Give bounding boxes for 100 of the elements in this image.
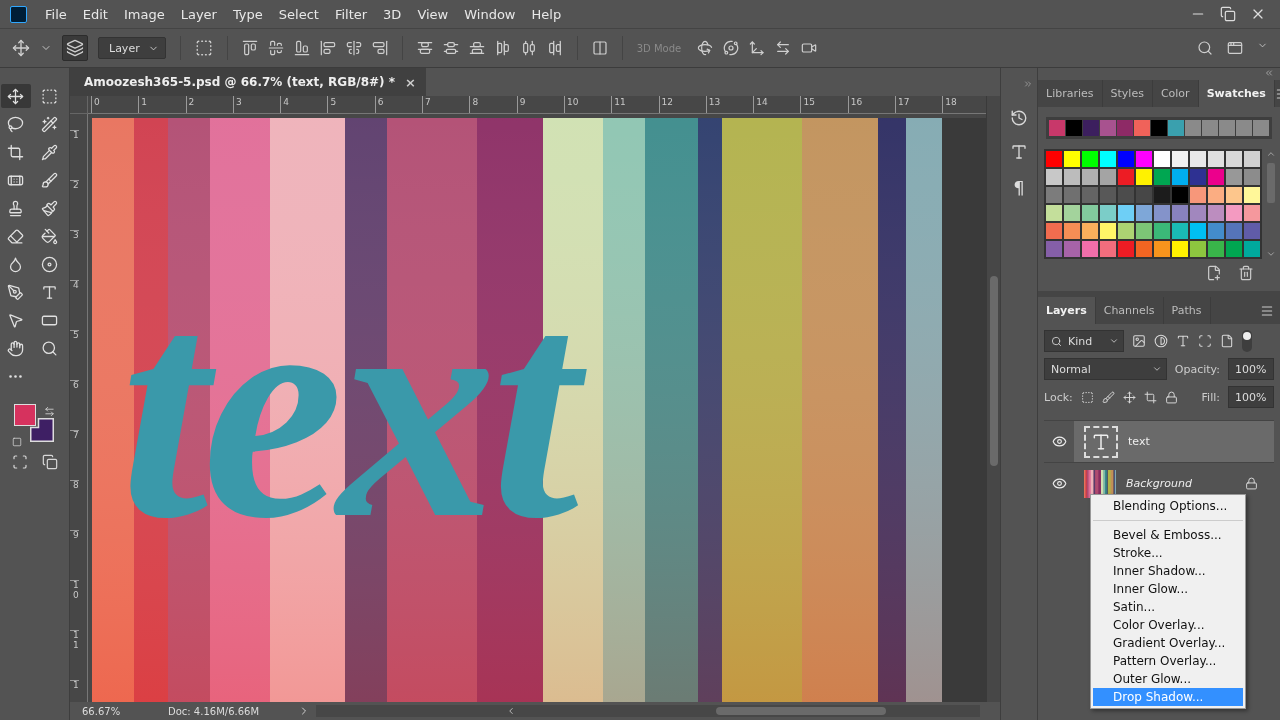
color-swatch[interactable] [1046, 151, 1062, 167]
color-swatch[interactable] [1244, 151, 1260, 167]
pen-icon[interactable] [7, 283, 24, 301]
brush-icon[interactable] [41, 171, 58, 189]
background-color-swatch[interactable] [29, 418, 54, 442]
distribute-left-icon[interactable] [494, 40, 511, 56]
align-top-icon[interactable] [241, 40, 258, 56]
filter-select[interactable]: Kind [1044, 330, 1124, 352]
menu-item[interactable]: View [409, 6, 457, 22]
droplet-icon[interactable] [7, 255, 24, 273]
menu-item[interactable]: 3D [375, 6, 410, 22]
auto-align-icon[interactable] [591, 40, 608, 56]
color-swatch[interactable] [1154, 241, 1170, 257]
color-swatch[interactable] [1082, 169, 1098, 185]
workspace-icon[interactable] [1227, 40, 1243, 56]
color-swatch[interactable] [1100, 205, 1116, 221]
hand-icon[interactable] [7, 339, 24, 357]
quick-mask-icon[interactable] [11, 454, 28, 470]
panel-tab[interactable]: Channels [1095, 297, 1164, 324]
default-colors-icon[interactable] [11, 437, 22, 447]
blend-mode-select[interactable]: Normal [1044, 358, 1167, 380]
move-icon[interactable] [12, 39, 30, 57]
menu-item[interactable]: Help [523, 6, 570, 22]
recent-swatch[interactable] [1253, 120, 1269, 136]
trash-icon[interactable] [1238, 265, 1254, 281]
move-icon[interactable] [7, 87, 24, 105]
caret-icon[interactable] [1109, 336, 1119, 346]
color-swatch[interactable] [1154, 223, 1170, 239]
lock-artboard-icon[interactable] [1143, 390, 1157, 404]
align-center-icon[interactable] [345, 40, 362, 56]
video-icon[interactable] [801, 40, 818, 56]
align-bottom-icon[interactable] [293, 40, 310, 56]
color-swatch[interactable] [1226, 187, 1242, 203]
color-swatch[interactable] [1082, 205, 1098, 221]
recent-swatch[interactable] [1100, 120, 1116, 136]
scroll-thumb[interactable] [716, 707, 886, 715]
lock-image-icon[interactable] [1101, 390, 1115, 404]
color-swatch[interactable] [1064, 223, 1080, 239]
color-swatch[interactable] [1064, 187, 1080, 203]
color-swatch[interactable] [1046, 187, 1062, 203]
active-tool[interactable] [0, 84, 31, 108]
panel-tab[interactable]: Paths [1163, 297, 1211, 324]
distribute-center-icon[interactable] [520, 40, 537, 56]
character-icon[interactable] [1010, 143, 1028, 161]
color-swatch[interactable] [1244, 241, 1260, 257]
color-swatch[interactable] [1190, 169, 1206, 185]
recent-swatch[interactable] [1168, 120, 1184, 136]
color-swatch[interactable] [1244, 169, 1260, 185]
color-swatch[interactable] [1118, 151, 1134, 167]
context-menu-item[interactable]: Gradient Overlay... [1093, 634, 1243, 652]
color-swatch[interactable] [1208, 187, 1224, 203]
recent-swatch[interactable] [1134, 120, 1150, 136]
recent-swatch[interactable] [1083, 120, 1099, 136]
color-swatch[interactable] [1046, 169, 1062, 185]
type-icon[interactable] [41, 283, 58, 301]
panel-tab[interactable]: Swatches [1198, 80, 1275, 107]
distribute-middle-icon[interactable] [442, 40, 459, 56]
foreground-color-swatch[interactable] [13, 404, 36, 426]
menu-item[interactable]: Window [456, 6, 524, 22]
color-swatch[interactable] [1100, 241, 1116, 257]
color-swatch[interactable] [1226, 169, 1242, 185]
scroll-up-icon[interactable] [1266, 149, 1276, 159]
new-swatch-icon[interactable] [1206, 265, 1222, 281]
scroll-thumb[interactable] [989, 276, 998, 466]
disc-icon[interactable] [41, 255, 58, 273]
search-icon[interactable] [1051, 335, 1062, 347]
pipette-icon[interactable] [41, 143, 58, 161]
paint-bucket-icon[interactable] [41, 227, 58, 245]
slide-icon[interactable] [775, 40, 792, 56]
magic-wand-icon[interactable] [41, 115, 58, 133]
color-swatch[interactable] [1064, 169, 1080, 185]
document-tab[interactable]: Amoozesh365-5.psd @ 66.7% (text, RGB/8#) * × [70, 68, 426, 96]
color-swatch[interactable] [1136, 169, 1152, 185]
color-swatch[interactable] [1172, 223, 1188, 239]
color-swatch[interactable] [1190, 241, 1206, 257]
panel-tab[interactable]: Styles [1102, 80, 1153, 107]
color-swatch[interactable] [1154, 205, 1170, 221]
color-swatch[interactable] [1064, 151, 1080, 167]
layer-select[interactable]: Layer [98, 37, 166, 59]
align-right-icon[interactable] [371, 40, 388, 56]
zoom-icon[interactable] [41, 339, 58, 357]
color-swatch[interactable] [1082, 223, 1098, 239]
align-left-icon[interactable] [319, 40, 336, 56]
dashed-square-icon[interactable] [41, 87, 58, 105]
color-swatch[interactable] [1082, 187, 1098, 203]
menu-item[interactable]: Select [270, 6, 327, 22]
color-swatch[interactable] [1118, 241, 1134, 257]
lasso-icon[interactable] [7, 115, 24, 133]
context-menu-item[interactable]: Inner Shadow... [1093, 562, 1243, 580]
color-swatch[interactable] [1154, 169, 1170, 185]
color-swatch[interactable] [1136, 205, 1152, 221]
opacity-field[interactable]: 100% [1228, 358, 1274, 380]
color-swatch[interactable] [1100, 151, 1116, 167]
eye-icon[interactable] [1051, 434, 1067, 449]
recent-swatch[interactable] [1117, 120, 1133, 136]
menu-icon[interactable] [1260, 303, 1274, 318]
crop-icon[interactable] [7, 143, 24, 161]
panel-tab[interactable]: Layers [1038, 297, 1096, 324]
color-swatch[interactable] [1226, 241, 1242, 257]
layer-row[interactable]: text [1044, 420, 1274, 462]
